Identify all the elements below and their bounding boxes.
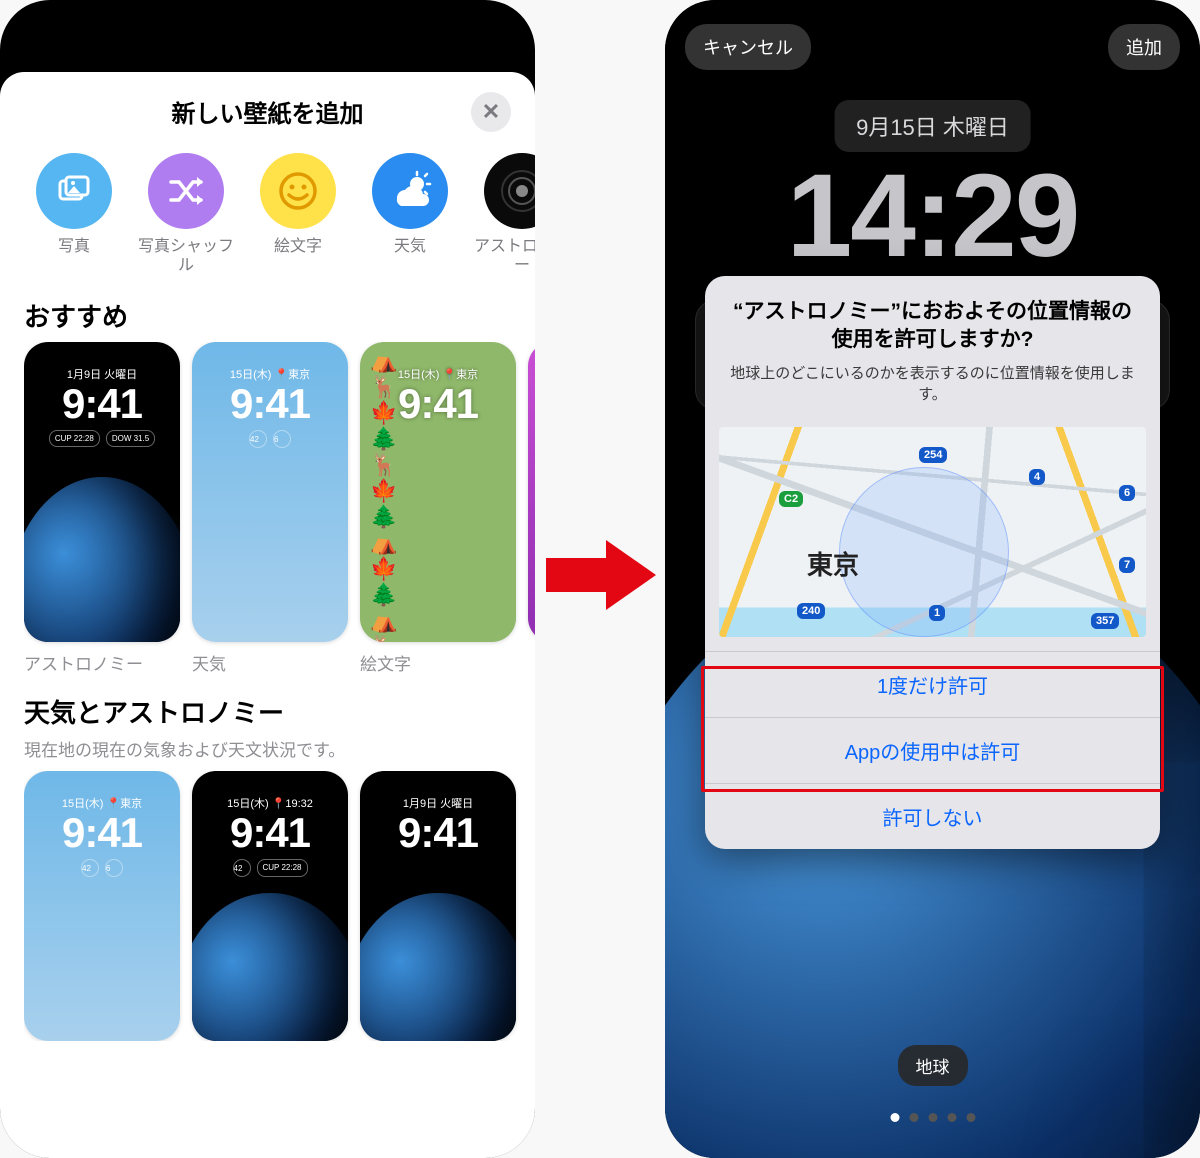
weather-card-3[interactable]: 1月9日 火曜日 9:41 — [360, 771, 516, 1041]
category-photos[interactable]: 写真 — [22, 153, 126, 275]
card-time: 9:41 — [360, 380, 516, 428]
weather-icon — [372, 153, 448, 229]
shuffle-icon — [148, 153, 224, 229]
category-row: 写真 写真シャッフル 絵文字 天気 — [0, 143, 535, 279]
route-badge: C2 — [779, 491, 803, 507]
section-suggested-title: おすすめ — [24, 297, 535, 334]
wallpaper-name-label: 地球 — [898, 1045, 968, 1086]
lock-date[interactable]: 9月15日 木曜日 — [834, 100, 1031, 152]
card-time: 9:41 — [192, 809, 348, 857]
close-button[interactable]: ✕ — [471, 92, 511, 132]
close-icon: ✕ — [482, 99, 500, 125]
page-dots[interactable] — [890, 1113, 975, 1122]
emoji-icon — [260, 153, 336, 229]
category-label: 写真 — [58, 237, 90, 256]
arrow-icon — [546, 540, 656, 610]
alert-title: “アストロノミー”におおよその位置情報の使用を許可しますか? — [729, 298, 1136, 355]
category-label: アストロノミー — [470, 237, 535, 275]
add-button[interactable]: 追加 — [1108, 24, 1180, 70]
deny-button[interactable]: 許可しない — [705, 783, 1160, 849]
wallpaper-sheet: 新しい壁紙を追加 ✕ 写真 写真シャッフル — [0, 72, 535, 1158]
card-label: 絵文字 — [360, 650, 516, 675]
section-weather-subtitle: 現在地の現在の気象および天文状況です。 — [24, 736, 535, 761]
alert-map: 東京 C2 254 4 6 240 1 7 357 — [719, 427, 1146, 637]
card-label: アストロノミー — [24, 650, 180, 675]
lock-time[interactable]: 14:29 — [665, 148, 1200, 284]
route-badge: 6 — [1119, 485, 1135, 501]
card-time: 9:41 — [24, 380, 180, 428]
sheet-title: 新しい壁紙を追加 — [172, 94, 364, 129]
phone-right: キャンセル 追加 9月15日 木曜日 14:29 335 384 5.31 地球… — [665, 0, 1200, 1158]
category-label: 天気 — [394, 237, 426, 256]
card-time: 9:41 — [360, 809, 516, 857]
cancel-button[interactable]: キャンセル — [685, 24, 811, 70]
phone-left: 新しい壁紙を追加 ✕ 写真 写真シャッフル — [0, 0, 535, 1158]
route-badge: 4 — [1029, 469, 1045, 485]
allow-while-using-button[interactable]: Appの使用中は許可 — [705, 717, 1160, 783]
suggested-card-emoji[interactable]: ⛺🦌🍁🌲🦌🍁🌲⛺🍁🌲⛺🦌🌲⛺🦌🍁⛺🦌🍁🌲🦌🍁🌲⛺🍁🌲⛺🦌🌲⛺🦌🍁 15日(木) … — [360, 342, 516, 642]
route-badge: 240 — [797, 603, 825, 619]
alert-message: 地球上のどこにいるのかを表示するのに位置情報を使用します。 — [729, 363, 1136, 405]
category-shuffle[interactable]: 写真シャッフル — [134, 153, 238, 275]
card-time: 9:41 — [24, 809, 180, 857]
card-time: 9:41 — [192, 380, 348, 428]
category-label: 写真シャッフル — [134, 237, 238, 275]
location-permission-alert: “アストロノミー”におおよその位置情報の使用を許可しますか? 地球上のどこにいる… — [705, 276, 1160, 849]
photos-icon — [36, 153, 112, 229]
category-label: 絵文字 — [274, 237, 322, 256]
category-weather[interactable]: 天気 — [358, 153, 462, 275]
map-city-label: 東京 — [807, 545, 859, 582]
suggested-card-weather[interactable]: 15日(木) 📍東京 9:41 426 — [192, 342, 348, 642]
category-astronomy[interactable]: アストロノミー — [470, 153, 535, 275]
approximate-location-circle — [839, 467, 1009, 637]
suggested-card-color[interactable] — [528, 342, 535, 642]
card-label: 天気 — [192, 650, 348, 675]
astronomy-icon — [484, 153, 535, 229]
weather-card-1[interactable]: 15日(木) 📍東京 9:41 426 — [24, 771, 180, 1041]
weather-card-2[interactable]: 15日(木) 📍19:32 9:41 42CUP 22:28 — [192, 771, 348, 1041]
route-badge: 1 — [929, 605, 945, 621]
route-badge: 254 — [919, 447, 947, 463]
route-badge: 357 — [1091, 613, 1119, 629]
suggested-card-astronomy[interactable]: 1月9日 火曜日 9:41 CUP 22:28DOW 31.5 — [24, 342, 180, 642]
section-weather-title: 天気とアストロノミー — [24, 693, 535, 730]
allow-once-button[interactable]: 1度だけ許可 — [705, 651, 1160, 717]
route-badge: 7 — [1119, 557, 1135, 573]
category-emoji[interactable]: 絵文字 — [246, 153, 350, 275]
